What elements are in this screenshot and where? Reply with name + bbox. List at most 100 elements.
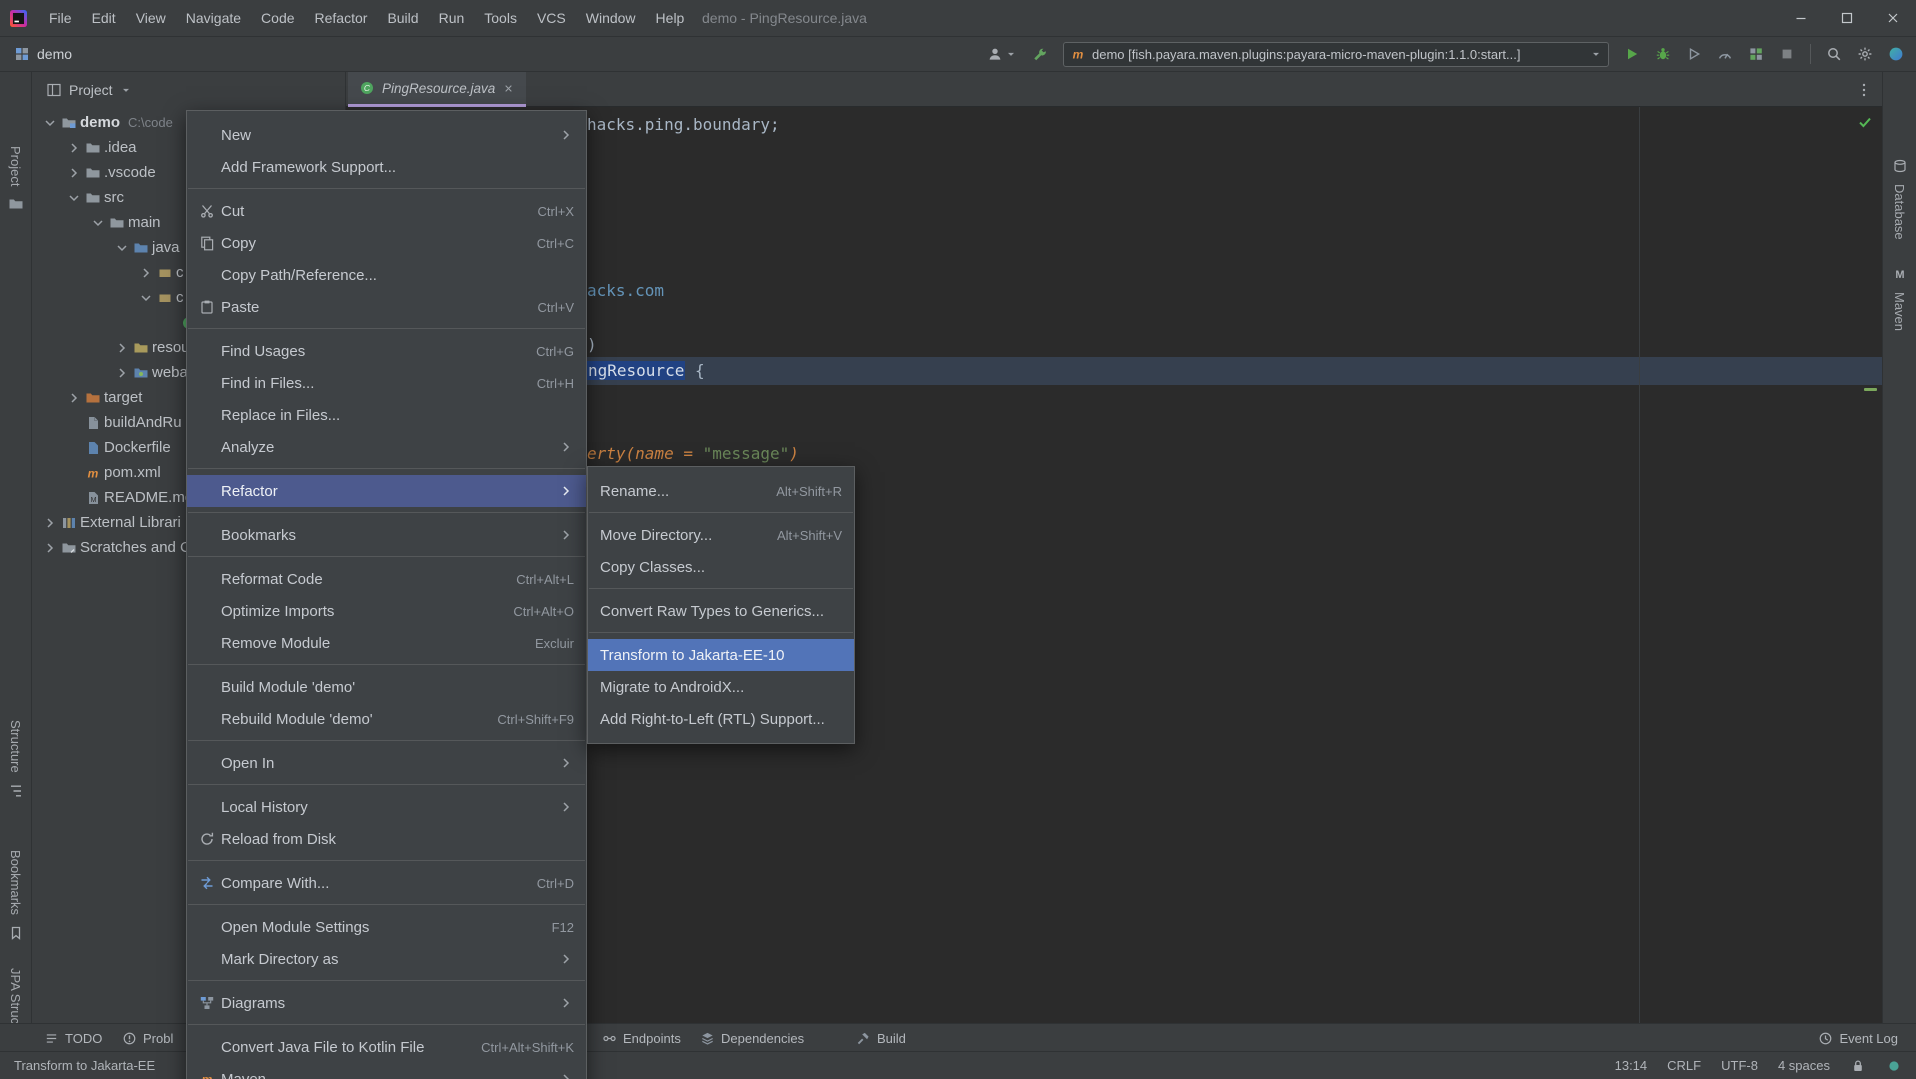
coverage-button[interactable] bbox=[1686, 46, 1702, 62]
minimize-button[interactable] bbox=[1778, 0, 1824, 36]
close-button[interactable] bbox=[1870, 0, 1916, 36]
notifications-button[interactable] bbox=[1886, 1057, 1902, 1074]
menu-item-find-usages[interactable]: Find UsagesCtrl+G bbox=[187, 335, 586, 367]
submenu-item-migrate-to-androidx[interactable]: Migrate to AndroidX... bbox=[588, 671, 854, 703]
toolwindow-build[interactable]: Build bbox=[856, 1024, 906, 1052]
tool-button-project[interactable]: Project bbox=[0, 146, 31, 212]
project-selector[interactable]: demo bbox=[14, 46, 72, 62]
menubar-build[interactable]: Build bbox=[377, 0, 428, 36]
file-maven-icon: m bbox=[85, 465, 101, 481]
services-button[interactable] bbox=[1748, 46, 1764, 62]
menu-item-open-module-settings[interactable]: Open Module SettingsF12 bbox=[187, 911, 586, 943]
menu-item-maven[interactable]: mMaven bbox=[187, 1063, 586, 1079]
menu-item-optimize-imports[interactable]: Optimize ImportsCtrl+Alt+O bbox=[187, 595, 586, 627]
lock-icon bbox=[1850, 1058, 1866, 1074]
tool-button-database[interactable]: Database bbox=[1883, 158, 1916, 240]
debug-button[interactable] bbox=[1655, 46, 1671, 62]
toolwindow-probl[interactable]: Probl bbox=[122, 1024, 173, 1052]
menubar-navigate[interactable]: Navigate bbox=[176, 0, 251, 36]
menubar-code[interactable]: Code bbox=[251, 0, 304, 36]
submenu-item-transform-to-jakarta-ee-10[interactable]: Transform to Jakarta-EE-10 bbox=[588, 639, 854, 671]
endpoints-icon bbox=[602, 1031, 617, 1046]
run-button[interactable] bbox=[1624, 46, 1640, 62]
menu-item-build-module-demo[interactable]: Build Module 'demo' bbox=[187, 671, 586, 703]
stop-button[interactable] bbox=[1779, 46, 1795, 62]
submenu-item-convert-raw-types-to-generics[interactable]: Convert Raw Types to Generics... bbox=[588, 595, 854, 627]
menu-item-label: Rebuild Module 'demo' bbox=[221, 711, 373, 728]
menu-item-remove-module[interactable]: Remove ModuleExcluir bbox=[187, 627, 586, 659]
tool-button-label: Bookmarks bbox=[8, 850, 23, 915]
menu-item-reload-from-disk[interactable]: Reload from Disk bbox=[187, 823, 586, 855]
project-panel-header[interactable]: Project bbox=[32, 72, 345, 107]
tool-button-bookmarks[interactable]: Bookmarks bbox=[0, 850, 31, 941]
menubar-file[interactable]: File bbox=[39, 0, 82, 36]
menubar-run[interactable]: Run bbox=[429, 0, 475, 36]
menu-item-paste[interactable]: PasteCtrl+V bbox=[187, 291, 586, 323]
tab-options-button[interactable] bbox=[1856, 81, 1872, 99]
menu-item-convert-java-file-to-kotlin-file[interactable]: Convert Java File to Kotlin FileCtrl+Alt… bbox=[187, 1031, 586, 1063]
caret-position[interactable]: 13:14 bbox=[1615, 1058, 1648, 1073]
tab-pingresource-java[interactable]: C PingResource.java bbox=[348, 72, 526, 107]
menu-item-cut[interactable]: Cut Ctrl+X bbox=[187, 195, 586, 227]
menu-item-new[interactable]: New bbox=[187, 119, 586, 151]
menubar-help[interactable]: Help bbox=[646, 0, 695, 36]
indent-size[interactable]: 4 spaces bbox=[1778, 1058, 1830, 1073]
menu-item-copy[interactable]: CopyCtrl+C bbox=[187, 227, 586, 259]
database-icon bbox=[1892, 158, 1908, 174]
menu-item-copy-path-reference[interactable]: Copy Path/Reference... bbox=[187, 259, 586, 291]
menubar-edit[interactable]: Edit bbox=[82, 0, 126, 36]
menu-item-label: Cut bbox=[221, 203, 244, 220]
menu-item-diagrams[interactable]: Diagrams bbox=[187, 987, 586, 1019]
menu-item-bookmarks[interactable]: Bookmarks bbox=[187, 519, 586, 551]
menubar-refactor[interactable]: Refactor bbox=[305, 0, 378, 36]
menubar-vcs[interactable]: VCS bbox=[527, 0, 576, 36]
maximize-button[interactable] bbox=[1824, 0, 1870, 36]
menu-item-local-history[interactable]: Local History bbox=[187, 791, 586, 823]
window-controls bbox=[1778, 0, 1916, 36]
submenu-item-move-directory[interactable]: Move Directory...Alt+Shift+V bbox=[588, 519, 854, 551]
tool-button-label: Structure bbox=[8, 720, 23, 773]
run-config-combo[interactable]: m demo [fish.payara.maven.plugins:payara… bbox=[1063, 42, 1609, 67]
toolwindow-todo[interactable]: TODO bbox=[44, 1024, 102, 1052]
menu-item-compare-with[interactable]: Compare With...Ctrl+D bbox=[187, 867, 586, 899]
folder-web-icon bbox=[133, 365, 149, 381]
toolwindow-event-log[interactable]: Event Log bbox=[1818, 1024, 1898, 1052]
menu-item-reformat-code[interactable]: Reformat CodeCtrl+Alt+L bbox=[187, 563, 586, 595]
toolwindow-dependencies[interactable]: Dependencies bbox=[700, 1024, 804, 1052]
menu-item-open-in[interactable]: Open In bbox=[187, 747, 586, 779]
profiler-button[interactable] bbox=[1717, 46, 1733, 62]
tool-button-structure[interactable]: Structure bbox=[0, 720, 31, 799]
menubar-view[interactable]: View bbox=[126, 0, 176, 36]
tool-button-maven[interactable]: MMaven bbox=[1883, 266, 1916, 331]
menu-item-add-framework-support[interactable]: Add Framework Support... bbox=[187, 151, 586, 183]
toolwindow-endpoints[interactable]: Endpoints bbox=[602, 1024, 681, 1052]
menubar-window[interactable]: Window bbox=[576, 0, 646, 36]
build-wrench-button[interactable] bbox=[1032, 46, 1048, 62]
menubar-tools[interactable]: Tools bbox=[474, 0, 527, 36]
menu-item-mark-directory-as[interactable]: Mark Directory as bbox=[187, 943, 586, 975]
menu-item-replace-in-files[interactable]: Replace in Files... bbox=[187, 399, 586, 431]
user-profile-button[interactable] bbox=[987, 46, 1017, 62]
caret-down-icon bbox=[120, 84, 132, 96]
readonly-lock-button[interactable] bbox=[1850, 1057, 1866, 1074]
inspection-ok-icon[interactable] bbox=[1857, 114, 1873, 130]
menu-item-find-in-files[interactable]: Find in Files...Ctrl+H bbox=[187, 367, 586, 399]
menu-item-rebuild-module-demo[interactable]: Rebuild Module 'demo'Ctrl+Shift+F9 bbox=[187, 703, 586, 735]
ide-status-circle[interactable] bbox=[1888, 46, 1904, 62]
caret-down-icon bbox=[1590, 48, 1602, 60]
settings-gear-button[interactable] bbox=[1857, 46, 1873, 62]
shortcut-label: Ctrl+Alt+O bbox=[495, 604, 574, 619]
shortcut-label: Ctrl+X bbox=[520, 204, 574, 219]
submenu-item-copy-classes[interactable]: Copy Classes... bbox=[588, 551, 854, 583]
menu-item-analyze[interactable]: Analyze bbox=[187, 431, 586, 463]
search-everywhere-button[interactable] bbox=[1826, 46, 1842, 62]
submenu-item-rename[interactable]: Rename...Alt+Shift+R bbox=[588, 475, 854, 507]
submenu-item-add-right-to-left-rtl-support[interactable]: Add Right-to-Left (RTL) Support... bbox=[588, 703, 854, 735]
folder-icon bbox=[85, 190, 101, 206]
line-separator[interactable]: CRLF bbox=[1667, 1058, 1701, 1073]
menu-item-refactor[interactable]: Refactor bbox=[187, 475, 586, 507]
chevron-right-icon bbox=[66, 140, 82, 156]
file-encoding[interactable]: UTF-8 bbox=[1721, 1058, 1758, 1073]
tab-close-button[interactable] bbox=[502, 82, 515, 95]
code-fragment: ngResource { bbox=[587, 357, 705, 385]
